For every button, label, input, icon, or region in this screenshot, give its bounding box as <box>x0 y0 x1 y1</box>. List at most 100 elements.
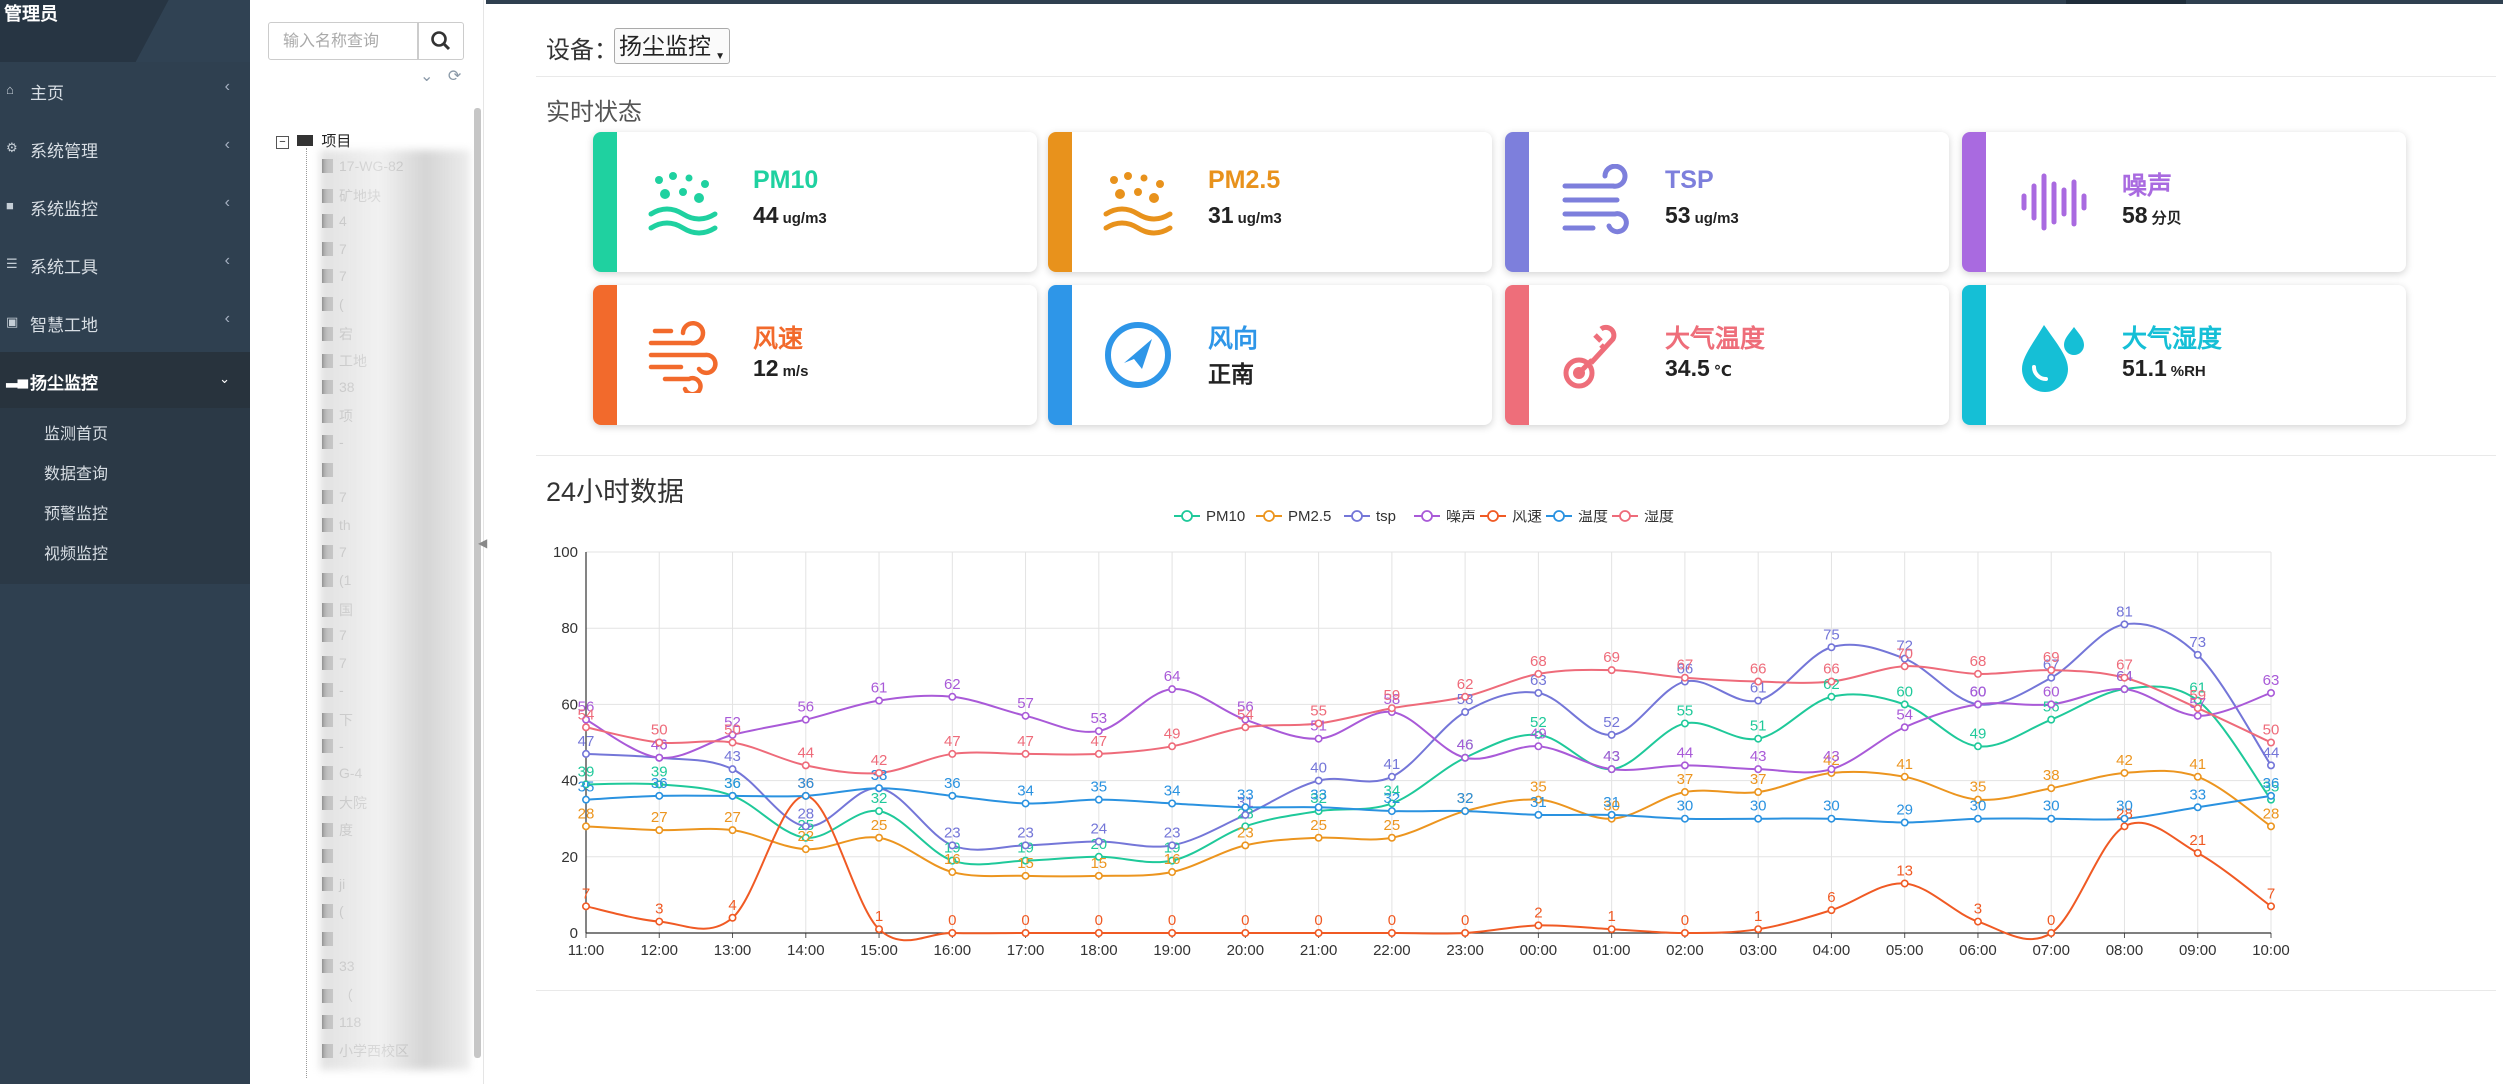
y-tick-label: 100 <box>553 544 578 561</box>
data-point <box>581 795 590 804</box>
data-point <box>875 833 884 842</box>
data-label: 38 <box>2043 767 2060 784</box>
submenu-item-alert-monitor[interactable]: 预警监控 <box>44 500 108 524</box>
data-label: 43 <box>1750 748 1767 765</box>
data-point <box>581 723 590 732</box>
data-label: 49 <box>1530 725 1547 742</box>
legend-label: PM2.5 <box>1288 510 1331 525</box>
expand-toggle-icon[interactable]: − <box>276 136 289 149</box>
card-unit: ug/m3 <box>1237 210 1282 227</box>
panel-collapse-handle[interactable]: ◀ <box>478 536 487 560</box>
menu-item-home[interactable]: ⌂ 主页 ‹ <box>0 62 250 118</box>
data-point <box>801 845 810 854</box>
data-point <box>2267 688 2276 697</box>
data-label: 50 <box>724 722 741 739</box>
data-point <box>1754 925 1763 934</box>
card-value: 44 ug/m3 <box>753 202 827 229</box>
data-point <box>1021 841 1030 850</box>
data-point <box>2193 704 2202 713</box>
data-point <box>1168 841 1177 850</box>
data-label: 73 <box>2189 634 2206 651</box>
data-label: 41 <box>1384 756 1401 773</box>
tree-search-input[interactable]: 输入名称查询 <box>268 22 418 60</box>
data-point <box>801 761 810 770</box>
data-label: 35 <box>1970 779 1987 796</box>
data-label: 70 <box>1896 645 1913 662</box>
menu-item-dust-monitor[interactable]: ▂▄ 扬尘监控 ⌄ <box>0 352 250 408</box>
data-point <box>1314 719 1323 728</box>
data-point <box>1607 925 1616 934</box>
data-point <box>1754 677 1763 686</box>
x-tick-label: 21:00 <box>1300 942 1338 959</box>
data-label: 36 <box>944 775 961 792</box>
card-value-number: 53 <box>1665 202 1691 228</box>
tree-root[interactable]: − 项目 <box>276 130 351 151</box>
card-accent-bar <box>1505 132 1529 272</box>
submenu-item-video-monitor[interactable]: 视频监控 <box>44 540 108 564</box>
data-label: 2 <box>1534 904 1542 921</box>
device-select[interactable]: 扬尘监控 ▼ <box>614 28 730 64</box>
data-point <box>1241 803 1250 812</box>
line-chart: 02040608010011:00 12:00 13:00 14:00 15:00 16:… <box>553 507 2290 959</box>
data-label: 41 <box>1896 756 1913 773</box>
data-label: 64 <box>1164 668 1181 685</box>
data-label: 54 <box>578 706 595 723</box>
card-pm10: PM10 44 ug/m3 <box>593 132 1037 272</box>
data-point <box>875 768 884 777</box>
data-label: 0 <box>1095 912 1103 929</box>
data-point <box>1021 799 1030 808</box>
data-point <box>1827 692 1836 701</box>
data-label: 1 <box>1754 908 1762 925</box>
top-bar-active-tab[interactable] <box>2066 0 2186 4</box>
data-label: 67 <box>2116 657 2133 674</box>
refresh-icon[interactable]: ⟳ <box>448 68 461 85</box>
menu-item-smart-site[interactable]: ▣ 智慧工地 ‹ <box>0 294 250 350</box>
legend-marker <box>1181 510 1193 522</box>
data-point <box>948 928 957 937</box>
data-label: 66 <box>1750 661 1767 678</box>
search-button[interactable] <box>418 22 464 60</box>
chevron-left-icon: ‹ <box>224 194 230 211</box>
data-point <box>1168 868 1177 877</box>
collapse-all-icon[interactable]: ⌄ <box>420 68 433 85</box>
data-label: 34 <box>1017 782 1034 799</box>
data-label: 7 <box>582 885 590 902</box>
menu-item-system-management[interactable]: ⚙ 系统管理 ‹ <box>0 120 250 176</box>
data-point <box>2267 791 2276 800</box>
submenu-item-monitor-home[interactable]: 监测首页 <box>44 420 108 444</box>
user-name[interactable]: 管理员 <box>4 0 58 26</box>
data-label: 66 <box>1823 661 1840 678</box>
data-label: 43 <box>724 748 741 765</box>
data-label: 44 <box>797 744 814 761</box>
data-point <box>1900 772 1909 781</box>
data-label: 6 <box>1827 889 1835 906</box>
data-point <box>948 868 957 877</box>
data-point <box>2047 700 2056 709</box>
tree-scrollbar[interactable] <box>474 108 481 1058</box>
data-label: 23 <box>1237 824 1254 841</box>
data-label: 27 <box>724 809 741 826</box>
card-unit: ug/m3 <box>782 210 827 227</box>
data-point <box>1387 928 1396 937</box>
data-label: 16 <box>944 851 961 868</box>
data-point <box>1827 765 1836 774</box>
data-label: 60 <box>1896 683 1913 700</box>
wind-lines-icon <box>1557 163 1633 240</box>
data-label: 0 <box>1388 912 1396 929</box>
menu-item-system-tools[interactable]: ☰ 系统工具 ‹ <box>0 236 250 292</box>
card-value-number: 正南 <box>1208 361 1254 387</box>
card-accent-bar <box>1048 285 1072 425</box>
data-label: 69 <box>1603 649 1620 666</box>
submenu-item-data-query[interactable]: 数据查询 <box>44 460 108 484</box>
data-label: 36 <box>724 775 741 792</box>
data-point <box>1680 761 1689 770</box>
x-tick-label: 00:00 <box>1520 942 1558 959</box>
data-label: 33 <box>2189 786 2206 803</box>
data-point <box>1461 928 1470 937</box>
data-point <box>2120 685 2129 694</box>
card-title: 风速 <box>753 325 804 353</box>
card-value: 34.5 ℃ <box>1665 355 1732 382</box>
menu-item-system-monitor[interactable]: ■ 系统监控 ‹ <box>0 178 250 234</box>
series-line <box>585 794 2272 942</box>
x-tick-label: 07:00 <box>2032 942 2070 959</box>
